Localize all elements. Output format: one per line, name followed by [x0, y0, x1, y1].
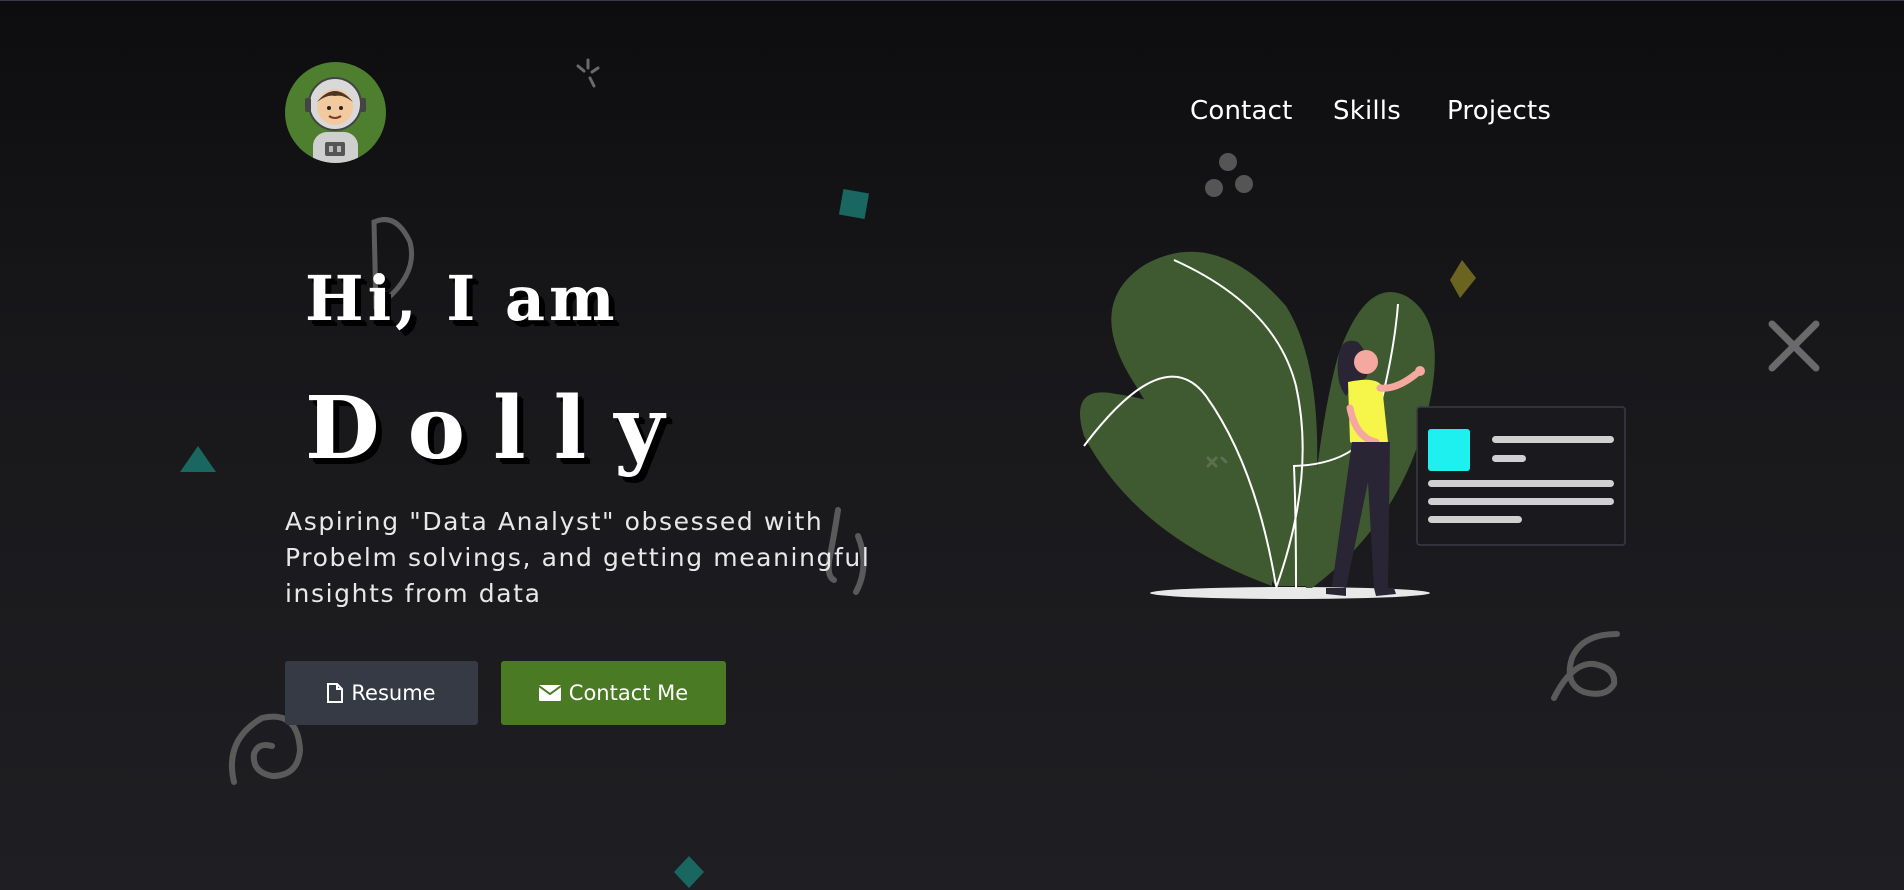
resume-button[interactable]: Resume: [285, 661, 478, 725]
contact-me-button[interactable]: Contact Me: [501, 661, 726, 725]
main-nav: Contact Skills Projects: [0, 96, 1904, 136]
teal-triangle-decoration: [180, 446, 216, 472]
x-decoration: [1768, 320, 1820, 372]
nav-skills-link[interactable]: Skills: [1333, 96, 1401, 126]
curl-decoration: [1551, 631, 1620, 701]
teal-diamond-decoration: [674, 856, 704, 888]
contact-me-button-label: Contact Me: [568, 681, 689, 705]
hero-illustration: [1080, 251, 1626, 599]
hero-tagline: Aspiring "Data Analyst" obsessed with Pr…: [285, 507, 871, 608]
nav-contact-link[interactable]: Contact: [1190, 96, 1293, 126]
hero-name: Dolly: [305, 378, 693, 479]
nav-projects-link[interactable]: Projects: [1447, 96, 1551, 126]
file-icon: [327, 683, 344, 703]
dots-decoration: [1205, 153, 1253, 197]
teal-square-decoration: [838, 188, 870, 220]
sparkle-decoration: [576, 58, 600, 88]
top-border: [0, 0, 1904, 1]
envelope-icon: [538, 685, 561, 701]
hero-greeting: Hi, I am: [305, 262, 619, 335]
resume-button-label: Resume: [351, 681, 436, 705]
profile-card: [1416, 406, 1626, 546]
